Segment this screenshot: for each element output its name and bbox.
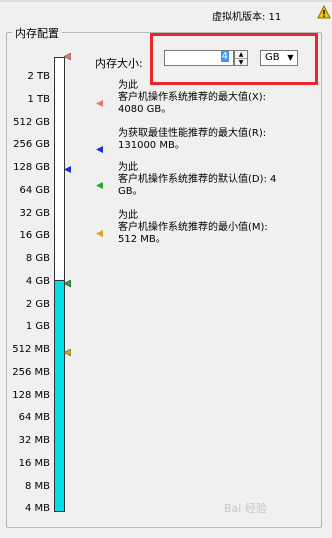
scale-tick-label: 1 TB [27, 94, 50, 105]
scale-tick-label: 64 GB [19, 185, 50, 196]
min-marker-icon [64, 349, 71, 356]
group-title: 内存配置 [12, 25, 62, 41]
scale-tick-label: 32 MB [18, 435, 50, 446]
max-performance-marker-icon [64, 166, 71, 173]
scale-tick-label: 2 TB [27, 71, 50, 82]
max-performance-icon [96, 146, 103, 153]
memory-size-input[interactable]: 4 [164, 50, 234, 66]
chevron-down-icon[interactable]: ▼ [285, 52, 296, 64]
top-divider [0, 0, 332, 2]
recommendation-default: 为此 客户机操作系统推荐的默认值(D): 4 GB。 [96, 162, 321, 198]
scale-tick-label: 64 MB [18, 412, 50, 423]
max-guest-icon [96, 100, 103, 107]
memory-slider-fill [55, 280, 64, 511]
recommendation-max-guest: 为此 客户机操作系统推荐的最大值(X): 4080 GB。 [96, 80, 321, 116]
scale-tick-label: 256 GB [13, 139, 50, 150]
spin-down-icon[interactable]: ▼ [235, 58, 247, 66]
scale-tick-label: 2 GB [25, 299, 50, 310]
scale-tick-label: 8 GB [25, 253, 50, 264]
watermark: Bai 经验 [224, 502, 267, 515]
scale-tick-label: 4 MB [24, 503, 50, 514]
slider-thumb-icon[interactable] [64, 280, 71, 287]
min-icon [96, 230, 103, 237]
scale-tick-label: 512 MB [12, 344, 50, 355]
memory-size-label: 内存大小: [95, 57, 143, 70]
recommendation-min: 为此 客户机操作系统推荐的最小值(M): 512 MB。 [96, 210, 321, 246]
hardware-version-label: 虚拟机版本: 11 [212, 12, 282, 23]
scale-tick-label: 1 GB [25, 321, 50, 332]
default-icon [96, 182, 103, 189]
recommendation-max-performance: 为获取最佳性能推荐的最大值(R): 131000 MB。 [96, 128, 321, 153]
unit-value: GB [265, 52, 280, 63]
scale-tick-label: 512 GB [13, 117, 50, 128]
spin-up-icon[interactable]: ▲ [235, 51, 247, 58]
warning-icon [317, 5, 331, 19]
scale-tick-label: 4 GB [25, 276, 50, 287]
scale-tick-label: 8 MB [24, 481, 50, 492]
max-guest-marker-icon [64, 53, 71, 60]
scale-tick-label: 128 MB [12, 390, 50, 401]
unit-select[interactable]: GB ▼ [260, 50, 298, 66]
scale-tick-label: 128 GB [13, 162, 50, 173]
scale-tick-label: 256 MB [12, 367, 50, 378]
scale-tick-label: 16 GB [19, 230, 50, 241]
memory-spinner[interactable]: ▲ ▼ [234, 50, 248, 66]
scale-tick-label: 32 GB [19, 208, 50, 219]
scale-tick-label: 16 MB [18, 458, 50, 469]
memory-value: 4 [220, 51, 229, 62]
